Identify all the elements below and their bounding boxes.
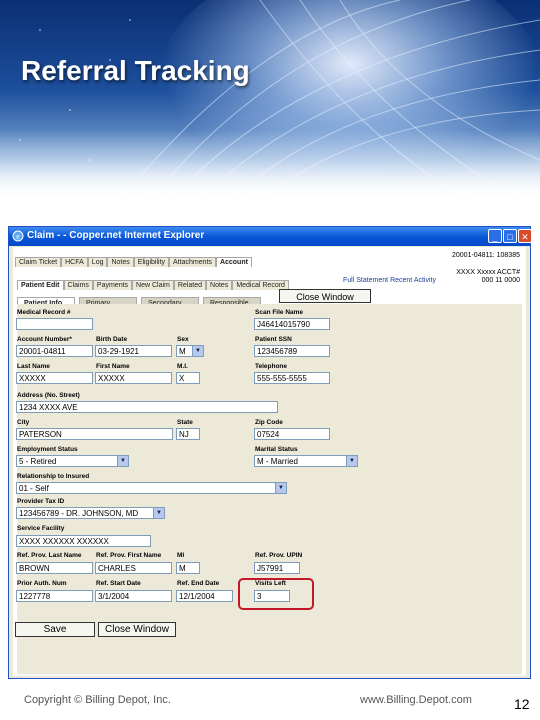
medical-record-label: Medical Record #	[17, 309, 71, 316]
employment-label: Employment Status	[17, 446, 78, 453]
zip-label: Zip Code	[255, 419, 283, 426]
last-name-input[interactable]: XXXXX	[16, 372, 93, 384]
address-input[interactable]: 1234 XXXX AVE	[16, 401, 278, 413]
tab-eligibility[interactable]: Eligibility	[133, 257, 170, 267]
city-input[interactable]: PATERSON	[16, 428, 173, 440]
service-facility-label: Service Facility	[17, 525, 65, 532]
svg-text:e: e	[16, 232, 20, 241]
chevron-down-icon[interactable]: ▼	[153, 508, 164, 518]
tab-account[interactable]: Account	[215, 257, 252, 267]
slide-title: Referral Tracking	[21, 55, 250, 86]
second-tab-bar: Patient Edit Claims Payments New Claim Relat…	[17, 274, 289, 292]
ref-end-label: Ref. End Date	[177, 580, 220, 587]
address-line-2: 000 11 0000	[481, 277, 520, 284]
tab-notes-2[interactable]: Notes	[206, 280, 233, 290]
birth-date-label: Birth Date	[96, 336, 128, 343]
sex-select[interactable]: M ▼	[176, 345, 204, 357]
chevron-down-icon[interactable]: ▼	[346, 456, 357, 466]
employment-select[interactable]: 5 - Retired ▼	[16, 455, 129, 467]
statement-links[interactable]: Full Statement Recent Activity	[343, 277, 436, 284]
ref-start-input[interactable]: 3/1/2004	[95, 590, 172, 602]
window-title: Claim - - Copper.net Internet Explorer	[27, 230, 205, 241]
ref-first-name-label: Ref. Prov. First Name	[96, 552, 162, 559]
chevron-down-icon[interactable]: ▼	[192, 346, 203, 356]
ref-last-name-label: Ref. Prov. Last Name	[17, 552, 82, 559]
account-number-input[interactable]: 20001-04811	[16, 345, 93, 357]
ref-mi-input[interactable]: M	[176, 562, 200, 574]
ref-upin-label: Ref. Prov. UPIN	[255, 552, 303, 559]
prior-auth-input[interactable]: 1227778	[16, 590, 93, 602]
zip-input[interactable]: 07524	[254, 428, 330, 440]
save-button[interactable]: Save	[15, 622, 95, 637]
tab-hcfa[interactable]: HCFA	[61, 257, 88, 267]
sex-label: Sex	[177, 336, 189, 343]
tab-attachments[interactable]: Attachments	[169, 257, 216, 267]
tab-patient-edit[interactable]: Patient Edit	[17, 280, 64, 290]
telephone-label: Telephone	[255, 363, 288, 370]
relationship-label: Relationship to Insured	[17, 473, 90, 480]
last-name-label: Last Name	[17, 363, 50, 370]
telephone-input[interactable]: 555-555-5555	[254, 372, 330, 384]
employment-value: 5 - Retired	[19, 457, 57, 466]
visits-left-highlight	[238, 578, 314, 610]
ref-last-name-input[interactable]: BROWN	[16, 562, 93, 574]
state-label: State	[177, 419, 193, 426]
provider-tax-select[interactable]: 123456789 - DR. JOHNSON, MD ▼	[16, 507, 165, 519]
state-input[interactable]: NJ	[176, 428, 200, 440]
sex-value: M	[179, 347, 186, 356]
chevron-down-icon[interactable]: ▼	[275, 483, 286, 493]
tab-notes[interactable]: Notes	[107, 257, 134, 267]
service-facility-input[interactable]: XXXX XXXXXX XXXXXX	[16, 535, 151, 547]
ref-upin-input[interactable]: J57991	[254, 562, 300, 574]
internet-explorer-icon: e	[12, 230, 24, 242]
close-window-button[interactable]: Close Window	[98, 622, 176, 637]
marital-value: M - Married	[257, 457, 298, 466]
banner-fade	[0, 130, 540, 200]
scan-file-label: Scan File Name	[255, 309, 304, 316]
claim-id: 20001-04811: 108385	[452, 252, 520, 259]
tab-log[interactable]: Log	[87, 257, 108, 267]
tab-claim-ticket[interactable]: Claim Ticket	[15, 257, 62, 267]
marital-select[interactable]: M - Married ▼	[254, 455, 358, 467]
ref-mi-label: MI	[177, 552, 185, 559]
tab-new-claim[interactable]: New Claim	[132, 280, 174, 290]
header-banner	[0, 0, 540, 200]
chevron-down-icon[interactable]: ▼	[117, 456, 128, 466]
relationship-select[interactable]: 01 - Self ▼	[16, 482, 287, 494]
window-titlebar[interactable]: e Claim - - Copper.net Internet Explorer…	[9, 227, 532, 246]
birth-date-input[interactable]: 03-29-1921	[95, 345, 172, 357]
address-label: Address (No. Street)	[17, 392, 80, 399]
mi-input[interactable]: X	[176, 372, 200, 384]
mi-label: M.I.	[177, 363, 188, 370]
marital-label: Marital Status	[255, 446, 298, 453]
first-name-input[interactable]: XXXXX	[95, 372, 172, 384]
relationship-value: 01 - Self	[19, 484, 49, 493]
address-line-1: XXXX Xxxxx ACCT#	[456, 269, 520, 276]
tab-related[interactable]: Related	[173, 280, 207, 290]
prior-auth-label: Prior Auth. Num	[17, 580, 67, 587]
city-label: City	[17, 419, 30, 426]
website-text: www.Billing.Depot.com	[360, 694, 472, 706]
ref-start-label: Ref. Start Date	[96, 580, 141, 587]
medical-record-input[interactable]	[16, 318, 93, 330]
patient-ssn-input[interactable]: 123456789	[254, 345, 330, 357]
tab-payments[interactable]: Payments	[92, 280, 133, 290]
minimize-button[interactable]: _	[488, 229, 502, 243]
maximize-button[interactable]: □	[503, 229, 517, 243]
page-number: 12	[514, 696, 530, 712]
close-window-button-top[interactable]: Close Window	[279, 289, 371, 303]
copyright-text: Copyright © Billing Depot, Inc.	[24, 694, 171, 706]
provider-tax-label: Provider Tax ID	[17, 498, 65, 505]
ref-end-input[interactable]: 12/1/2004	[176, 590, 233, 602]
account-number-label: Account Number*	[17, 336, 72, 343]
close-icon[interactable]: ✕	[518, 229, 532, 243]
scan-file-input[interactable]: J46414015790	[254, 318, 330, 330]
ref-first-name-input[interactable]: CHARLES	[95, 562, 172, 574]
top-tab-bar: Claim Ticket HCFA Log Notes Eligibility Attac…	[15, 251, 252, 269]
patient-address-header: XXXX Xxxxx ACCT# 000 11 0000	[456, 269, 520, 285]
provider-tax-value: 123456789 - DR. JOHNSON, MD	[19, 509, 139, 518]
first-name-label: First Name	[96, 363, 130, 370]
tab-claims[interactable]: Claims	[63, 280, 93, 290]
patient-ssn-label: Patient SSN	[255, 336, 292, 343]
